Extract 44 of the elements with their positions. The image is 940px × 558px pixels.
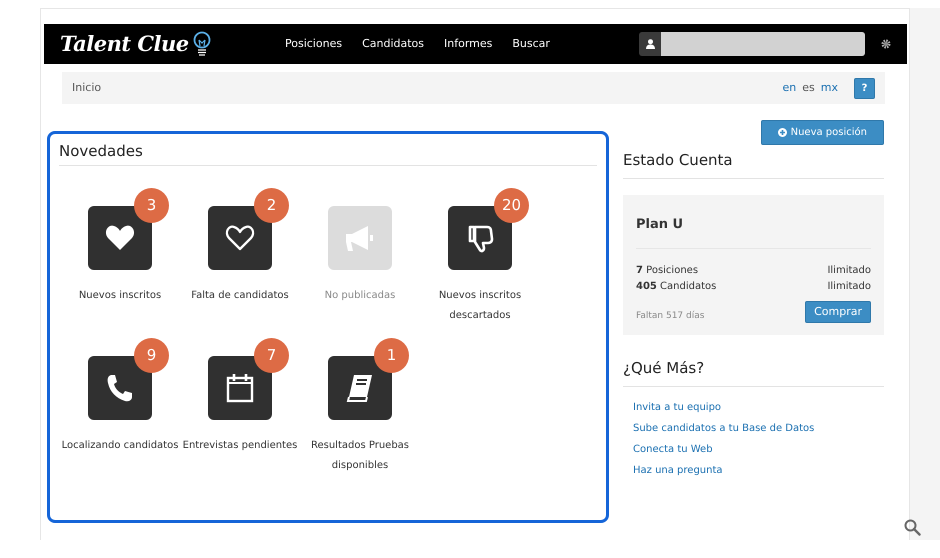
nav-link[interactable]: Posiciones bbox=[285, 36, 342, 52]
count-badge: 9 bbox=[134, 338, 169, 373]
help-link[interactable]: Haz una pregunta bbox=[633, 460, 723, 481]
nav-link[interactable]: Candidatos bbox=[362, 36, 424, 52]
plan-limit: Ilimitado bbox=[827, 280, 871, 294]
count-badge: 2 bbox=[254, 188, 289, 223]
language-link[interactable]: mx bbox=[820, 80, 838, 96]
count-badge: 3 bbox=[134, 188, 169, 223]
section-title: Novedades bbox=[59, 142, 597, 166]
language-link[interactable]: en bbox=[782, 80, 796, 96]
nav-link[interactable]: Buscar bbox=[512, 36, 550, 52]
help-link[interactable]: Conecta tu Web bbox=[633, 439, 713, 460]
user-field[interactable] bbox=[639, 32, 865, 56]
tile-label: No publicadas bbox=[324, 289, 396, 303]
section-title: Estado Cuenta bbox=[623, 151, 884, 179]
count-badge: 1 bbox=[374, 338, 409, 373]
plan-feature: 405 Candidatos bbox=[636, 280, 716, 294]
tile-label: Nuevos inscritos bbox=[78, 289, 162, 303]
buy-button[interactable]: Comprar bbox=[805, 300, 871, 323]
tile-label: Resultados Pruebas disponibles bbox=[310, 439, 410, 473]
language-link[interactable]: es bbox=[802, 80, 815, 96]
remaining-days: Faltan 517 días bbox=[636, 310, 704, 323]
new-position-button[interactable]: Nueva posición bbox=[760, 120, 884, 145]
breadcrumb-item[interactable]: Inicio bbox=[72, 80, 102, 96]
plus-circle-icon bbox=[778, 128, 787, 137]
user-icon bbox=[646, 39, 654, 49]
section-title: ¿Qué Más? bbox=[623, 359, 884, 387]
logo-text: Talent Clue bbox=[60, 30, 189, 58]
count-badge: 20 bbox=[494, 188, 529, 223]
plan-feature: 7 Posiciones bbox=[636, 264, 698, 278]
tile-label: Localizando candidatos bbox=[61, 439, 179, 453]
plan-name: Plan U bbox=[636, 209, 871, 248]
help-link[interactable]: Invita a tu equipo bbox=[633, 397, 722, 418]
search-icon[interactable] bbox=[904, 519, 921, 536]
help-link[interactable]: Sube candidatos a tu Base de Datos bbox=[633, 418, 814, 439]
tile-label: Falta de candidatos bbox=[190, 289, 290, 303]
tile-label: Nuevos inscritos descartados bbox=[438, 289, 522, 323]
plan-limit: Ilimitado bbox=[827, 264, 871, 278]
tile-label: Entrevistas pendientes bbox=[182, 439, 298, 453]
help-button[interactable]: ? bbox=[854, 78, 875, 98]
lightbulb-icon bbox=[192, 31, 211, 57]
count-badge: 7 bbox=[254, 338, 289, 373]
nav-link[interactable]: Informes bbox=[444, 36, 492, 52]
settings-icon[interactable] bbox=[881, 39, 891, 49]
